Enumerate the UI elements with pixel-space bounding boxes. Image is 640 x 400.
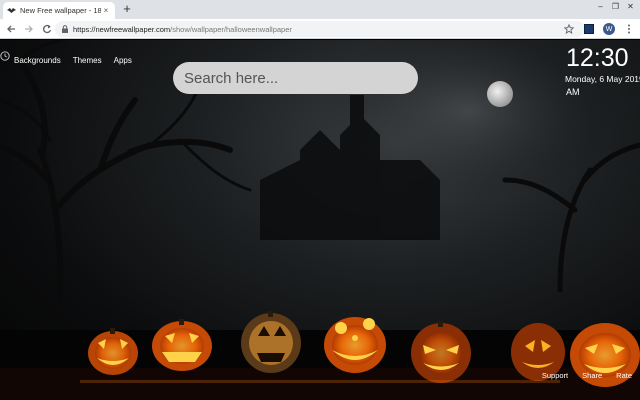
forward-button[interactable]	[22, 22, 36, 36]
bookmark-star-icon[interactable]	[562, 22, 576, 36]
reload-button[interactable]	[40, 22, 54, 36]
address-bar[interactable]: https://newfreewallpaper.com/show/wallpa…	[55, 21, 585, 37]
pumpkin-3	[241, 311, 301, 373]
ampm-label: AM	[566, 87, 580, 97]
clock-time: 12:30 AM	[566, 44, 640, 102]
extension-icon[interactable]	[582, 22, 596, 36]
browser-toolbar: https://newfreewallpaper.com/show/wallpa…	[0, 19, 640, 39]
window-controls: – ❐ ✕	[593, 0, 638, 14]
url-path: /show/wallpaper/halloweenwallpaper	[170, 24, 292, 34]
tab-strip: New Free wallpaper - 18052019 × + – ❐ ✕	[0, 0, 640, 19]
url-text: https://newfreewallpaper.com/show/wallpa…	[73, 25, 292, 34]
bat-favicon-icon	[7, 6, 16, 15]
footer-links: Support Share Rate	[528, 371, 632, 380]
search-box[interactable]	[173, 62, 418, 94]
restore-button[interactable]: ❐	[608, 0, 623, 14]
themes-link[interactable]: Themes	[73, 56, 102, 65]
rate-link[interactable]: Rate	[616, 371, 632, 380]
menu-kebab-icon[interactable]	[622, 22, 636, 36]
support-link[interactable]: Support	[542, 371, 568, 380]
close-window-button[interactable]: ✕	[623, 0, 638, 14]
apps-link[interactable]: Apps	[114, 56, 132, 65]
toolbar-right: W	[556, 22, 636, 36]
back-arrow-icon	[7, 25, 15, 32]
pumpkin-4	[324, 317, 386, 373]
wallpaper-illustration	[0, 40, 640, 400]
new-tab-button[interactable]: +	[120, 2, 134, 16]
tab-title: New Free wallpaper - 18052019	[20, 6, 101, 15]
profile-avatar[interactable]: W	[602, 22, 616, 36]
browser-tab[interactable]: New Free wallpaper - 18052019 ×	[3, 2, 115, 19]
backgrounds-link[interactable]: Backgrounds	[14, 56, 61, 65]
search-input[interactable]	[184, 69, 404, 87]
moon	[487, 81, 513, 107]
minimize-button[interactable]: –	[593, 0, 608, 14]
forward-arrow-icon	[25, 25, 33, 32]
top-nav: Backgrounds Themes Apps	[14, 56, 144, 65]
back-button[interactable]	[4, 22, 18, 36]
reload-icon	[43, 24, 52, 33]
clock-icon	[0, 51, 10, 61]
lock-icon	[62, 25, 68, 33]
clock-date: Monday, 6 May 2019	[565, 74, 640, 84]
halloween-wallpaper: Backgrounds Themes Apps 12:30 AM Monday,…	[0, 40, 640, 400]
pumpkin-2	[152, 319, 212, 371]
time-value: 12:30	[566, 44, 629, 72]
tab-close-icon[interactable]: ×	[101, 6, 111, 15]
avatar-letter: W	[603, 23, 615, 35]
url-host: https://newfreewallpaper.com	[73, 24, 171, 34]
share-link[interactable]: Share	[582, 371, 602, 380]
